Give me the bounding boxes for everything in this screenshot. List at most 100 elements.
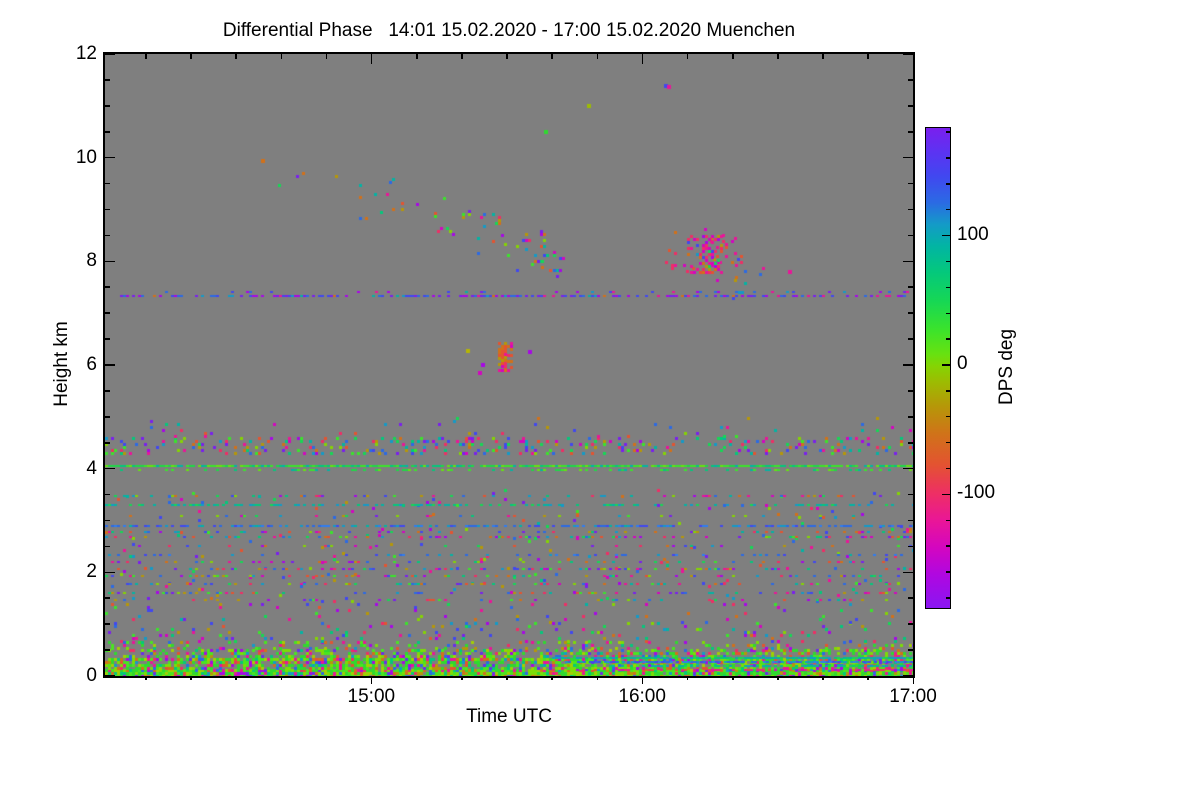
x-tick-label: 17:00: [889, 686, 937, 707]
y-tick-right: [908, 649, 913, 651]
colorbar-tick: [946, 545, 950, 547]
x-tick-bottom: [461, 676, 463, 680]
colorbar-tick: [946, 441, 950, 444]
y-tick-left: [105, 467, 115, 470]
y-tick-right: [908, 416, 913, 418]
y-tick-left: [105, 493, 110, 496]
y-tick-left: [105, 130, 110, 133]
y-tick-left: [105, 519, 110, 522]
y-tick-left: [105, 649, 110, 651]
y-tick-left: [105, 53, 115, 55]
y-tick-right: [908, 105, 913, 107]
colorbar-title: DPS deg: [996, 328, 1017, 406]
x-tick-bottom: [777, 676, 779, 680]
x-tick-bottom: [822, 676, 824, 680]
colorbar: [925, 127, 951, 609]
x-tick-bottom: [912, 676, 915, 684]
x-tick-top: [370, 54, 373, 64]
x-axis-title: Time UTC: [466, 706, 552, 727]
y-tick-left: [105, 260, 115, 263]
colorbar-tick: [946, 467, 950, 470]
chart-title: Differential Phase 14:01 15.02.2020 - 17…: [222, 20, 796, 41]
y-tick-right: [908, 79, 913, 81]
colorbar-tick: [942, 364, 950, 366]
y-tick-left: [105, 390, 110, 392]
x-tick-top: [461, 54, 463, 59]
x-tick-top: [867, 54, 869, 59]
colorbar-tick: [946, 183, 950, 185]
x-tick-bottom: [415, 676, 418, 680]
y-tick-right: [903, 571, 913, 574]
colorbar-tick: [946, 416, 950, 418]
y-tick-left: [105, 156, 115, 159]
x-tick-bottom: [370, 676, 373, 684]
y-tick-right: [908, 545, 913, 548]
y-tick-left: [105, 182, 110, 185]
colorbar-tick: [946, 260, 950, 263]
x-tick-top: [506, 54, 508, 59]
x-tick-bottom: [867, 676, 869, 680]
x-tick-top: [325, 54, 328, 59]
y-tick-label: 2: [86, 561, 97, 583]
y-tick-right: [908, 338, 913, 340]
colorbar-tick: [946, 597, 950, 599]
y-tick-right: [908, 441, 913, 444]
colorbar-tick: [946, 338, 950, 340]
x-tick-bottom: [731, 676, 734, 680]
y-tick-left: [105, 597, 110, 600]
x-tick-bottom: [506, 676, 508, 680]
x-tick-top: [731, 54, 734, 59]
x-tick-top: [190, 54, 192, 59]
y-tick-left: [105, 79, 110, 81]
colorbar-tick-label: 0: [957, 352, 968, 374]
y-tick-left: [105, 623, 110, 625]
colorbar-tick: [946, 157, 950, 159]
y-tick-right: [908, 234, 913, 237]
y-tick-left: [105, 338, 110, 340]
colorbar-tick: [946, 519, 950, 521]
x-tick-bottom: [280, 676, 283, 680]
y-tick-right: [903, 260, 913, 263]
colorbar-tick-label: 100: [957, 223, 989, 245]
y-tick-left: [105, 208, 110, 211]
x-tick-bottom: [686, 676, 689, 680]
x-tick-top: [912, 54, 915, 64]
y-tick-right: [908, 312, 913, 314]
y-tick-label: 12: [75, 43, 97, 64]
x-tick-top: [822, 54, 824, 59]
x-tick-bottom: [551, 676, 553, 680]
colorbar-tick: [946, 312, 950, 314]
y-tick-left: [105, 441, 110, 444]
x-tick-bottom: [641, 676, 644, 684]
y-tick-left: [105, 416, 110, 418]
y-tick-left: [105, 105, 110, 107]
x-tick-bottom: [145, 676, 147, 680]
y-tick-left: [105, 675, 115, 677]
y-tick-right: [903, 675, 913, 677]
y-tick-left: [105, 364, 115, 366]
plot-frame: [103, 52, 915, 678]
radar-quicklook-page: Differential Phase 14:01 15.02.2020 - 17…: [0, 0, 1200, 800]
plot-area: [103, 52, 915, 684]
y-tick-right: [908, 130, 913, 133]
x-tick-top: [280, 54, 283, 59]
y-tick-right: [903, 156, 913, 159]
y-tick-left: [105, 312, 110, 314]
colorbar-tick: [942, 493, 950, 496]
x-tick-top: [596, 54, 599, 59]
y-tick-label: 8: [86, 250, 97, 272]
x-tick-top: [235, 54, 237, 59]
colorbar-tick: [946, 390, 950, 392]
y-tick-label: 6: [86, 354, 97, 375]
x-tick-top: [686, 54, 689, 59]
y-tick-right: [908, 182, 913, 185]
x-tick-top: [551, 54, 553, 59]
y-tick-left: [105, 234, 110, 237]
y-tick-right: [908, 519, 913, 522]
y-tick-label: 0: [86, 665, 97, 686]
y-tick-right: [908, 286, 913, 289]
y-tick-label: 4: [86, 457, 97, 479]
y-tick-right: [903, 364, 913, 366]
y-tick-right: [908, 390, 913, 392]
y-tick-left: [105, 571, 115, 574]
